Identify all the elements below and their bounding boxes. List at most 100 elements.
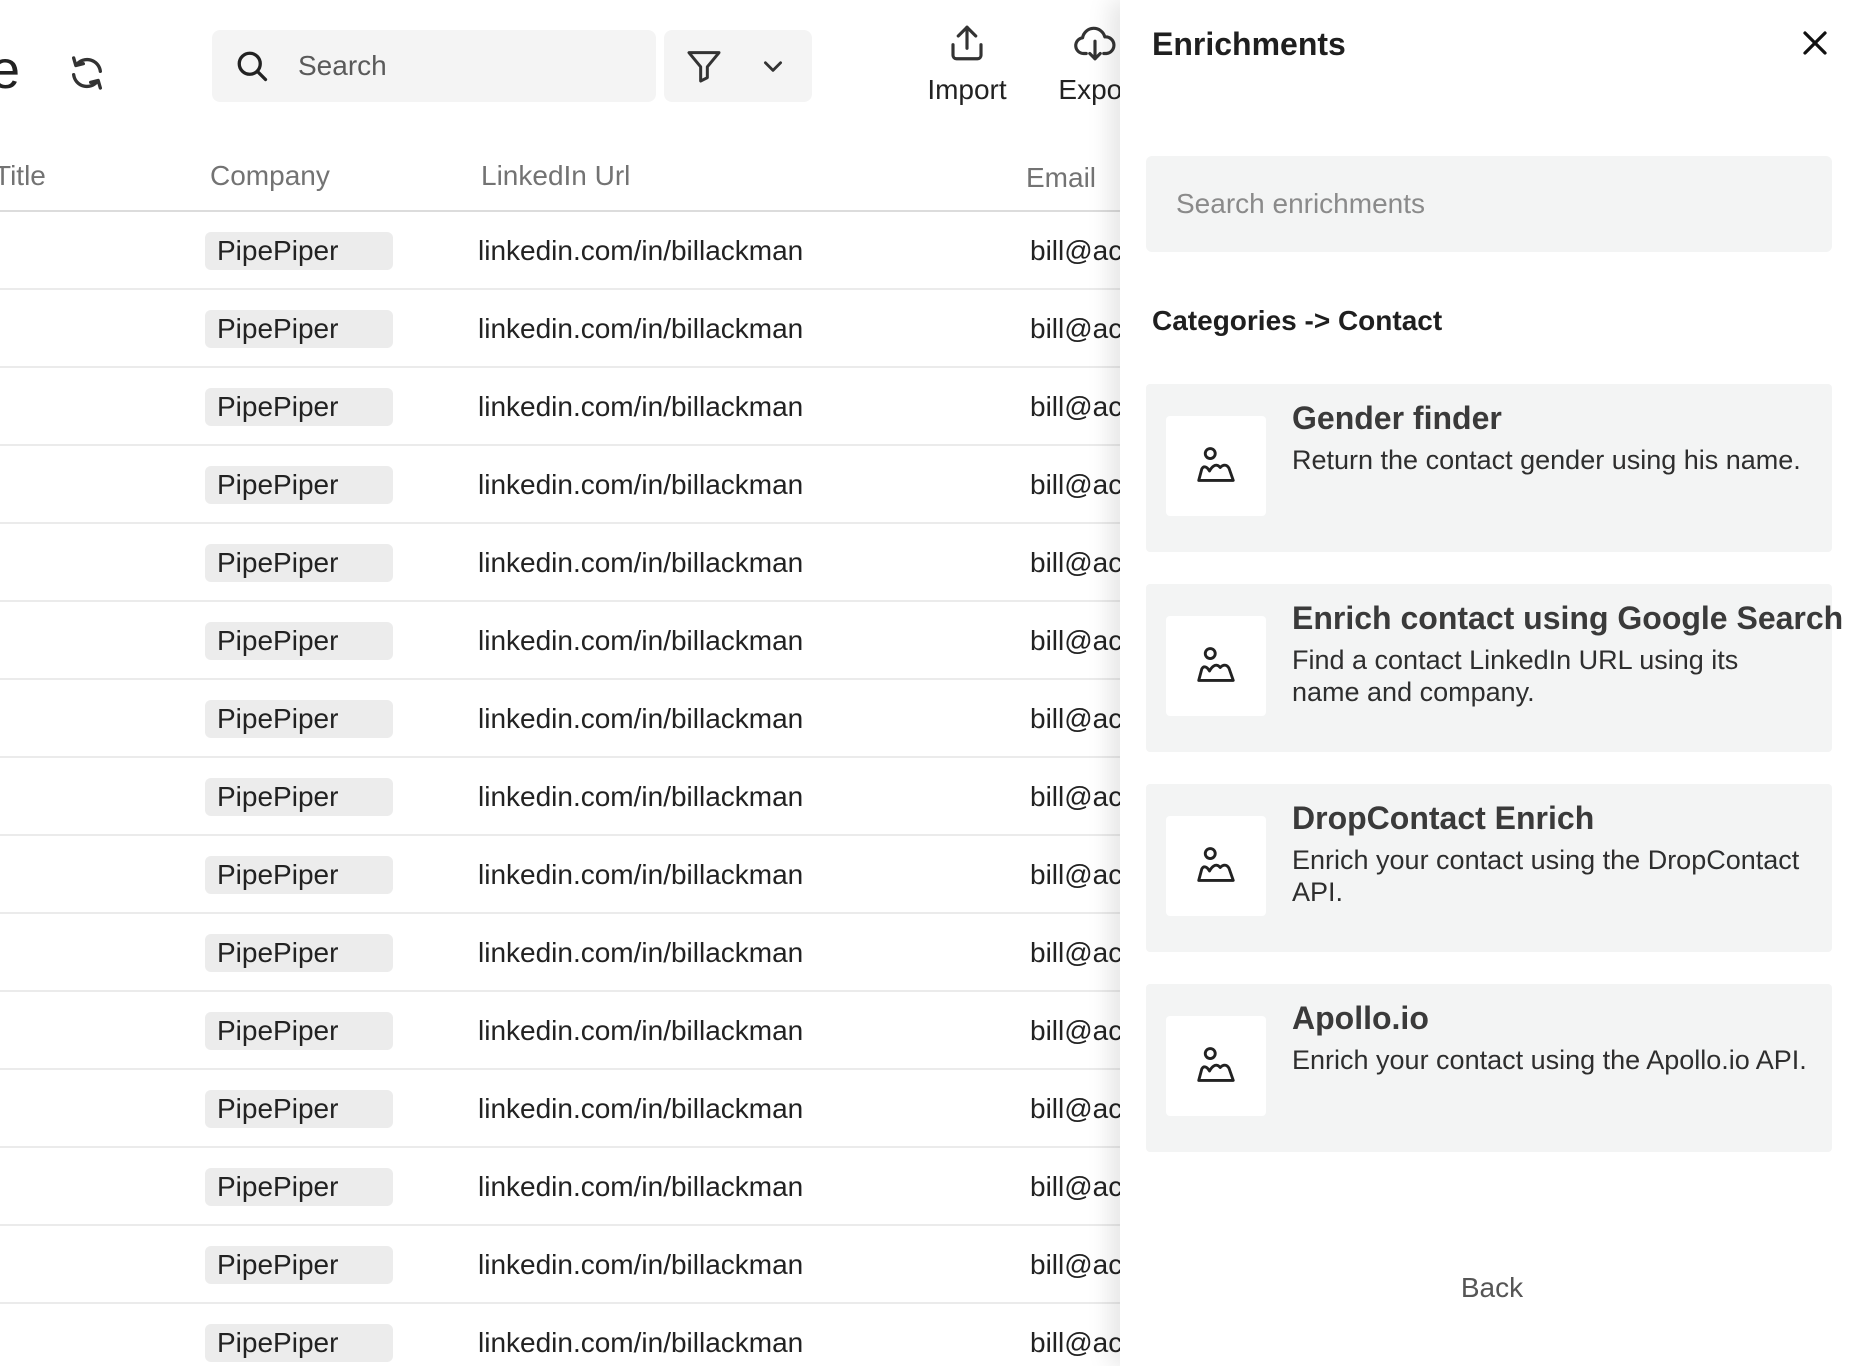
company-chip: PipePiper xyxy=(205,1090,393,1128)
contact-image-icon xyxy=(1197,1047,1235,1082)
import-label: Import xyxy=(927,74,1007,105)
cloud-download-icon xyxy=(1074,26,1116,61)
table-row[interactable]: PipePiper linkedin.com/in/billackman bill@… xyxy=(0,992,1120,1070)
email-cell: bill@ac xyxy=(1030,1327,1120,1358)
filter-dropdown[interactable] xyxy=(664,30,812,102)
enrichment-card[interactable]: Gender finder Return the contact gender u… xyxy=(1146,384,1832,552)
table-row[interactable]: PipePiper linkedin.com/in/billackman bill@… xyxy=(0,914,1120,992)
table-body: PipePiper linkedin.com/in/billackman bill@… xyxy=(0,212,1120,1366)
linkedin-url-cell[interactable]: linkedin.com/in/billackman xyxy=(478,232,803,270)
linkedin-url-cell[interactable]: linkedin.com/in/billackman xyxy=(478,1012,803,1050)
table-row[interactable]: PipePiper linkedin.com/in/billackman bill@… xyxy=(0,758,1120,836)
refresh-icon xyxy=(72,56,103,90)
enrichment-card[interactable]: DropContact Enrich Enrich your contact us… xyxy=(1146,784,1832,952)
linkedin-url-cell[interactable]: linkedin.com/in/billackman xyxy=(478,1324,803,1362)
column-header-title[interactable]: Title xyxy=(0,160,46,192)
enrichment-title: Apollo.io xyxy=(1292,1000,1429,1036)
search-input[interactable] xyxy=(298,50,638,82)
company-chip: PipePiper xyxy=(205,388,393,426)
email-cell: bill@ac xyxy=(1030,1249,1120,1280)
export-button[interactable]: Expor xyxy=(1040,22,1120,122)
column-header-email[interactable]: Email xyxy=(1026,162,1096,194)
enrichment-title: Gender finder xyxy=(1292,400,1502,436)
linkedin-url-cell[interactable]: linkedin.com/in/billackman xyxy=(478,1090,803,1128)
linkedin-url-cell[interactable]: linkedin.com/in/billackman xyxy=(478,856,803,894)
linkedin-url-cell[interactable]: linkedin.com/in/billackman xyxy=(478,466,803,504)
table-row[interactable]: PipePiper linkedin.com/in/billackman bill@… xyxy=(0,836,1120,914)
linkedin-url-cell[interactable]: linkedin.com/in/billackman xyxy=(478,778,803,816)
enrichments-search-field[interactable] xyxy=(1146,156,1832,252)
linkedin-url-cell[interactable]: linkedin.com/in/billackman xyxy=(478,934,803,972)
enrichments-search-input[interactable] xyxy=(1146,188,1832,220)
table-row[interactable]: PipePiper linkedin.com/in/billackman bill@… xyxy=(0,212,1120,290)
enrichment-description: Return the contact gender using his name… xyxy=(1292,445,1801,475)
search-field[interactable] xyxy=(212,30,656,102)
linkedin-url-cell[interactable]: linkedin.com/in/billackman xyxy=(478,388,803,426)
company-chip: PipePiper xyxy=(205,544,393,582)
enrichment-thumbnail xyxy=(1166,1016,1266,1116)
table-row[interactable]: PipePiper linkedin.com/in/billackman bill@… xyxy=(0,524,1120,602)
import-button[interactable]: Import xyxy=(912,22,1022,122)
back-button[interactable]: Back xyxy=(1120,1272,1864,1304)
table-row[interactable]: PipePiper linkedin.com/in/billackman bill@… xyxy=(0,680,1120,758)
company-chip: PipePiper xyxy=(205,622,393,660)
company-chip: PipePiper xyxy=(205,1246,393,1284)
close-icon xyxy=(1803,31,1827,55)
company-chip: PipePiper xyxy=(205,1012,393,1050)
table-row[interactable]: PipePiper linkedin.com/in/billackman bill@… xyxy=(0,602,1120,680)
email-cell: bill@ac xyxy=(1030,1015,1120,1046)
table-row[interactable]: PipePiper linkedin.com/in/billackman bill@… xyxy=(0,290,1120,368)
close-button[interactable] xyxy=(1796,24,1834,62)
page-title: e xyxy=(0,40,21,100)
company-chip: PipePiper xyxy=(205,700,393,738)
enrichment-title: DropContact Enrich xyxy=(1292,800,1595,836)
enrichment-thumbnail xyxy=(1166,616,1266,716)
email-cell: bill@ac xyxy=(1030,313,1120,344)
enrichment-thumbnail xyxy=(1166,416,1266,516)
email-cell: bill@ac xyxy=(1030,937,1120,968)
table-row[interactable]: PipePiper linkedin.com/in/billackman bill@… xyxy=(0,1148,1120,1226)
enrichment-thumbnail xyxy=(1166,816,1266,916)
linkedin-url-cell[interactable]: linkedin.com/in/billackman xyxy=(478,1168,803,1206)
email-cell: bill@ac xyxy=(1030,1171,1120,1202)
refresh-button[interactable] xyxy=(60,46,114,100)
table-row[interactable]: PipePiper linkedin.com/in/billackman bill@… xyxy=(0,368,1120,446)
email-cell: bill@ac xyxy=(1030,859,1120,890)
column-header-linkedin[interactable]: LinkedIn Url xyxy=(481,160,630,192)
company-chip: PipePiper xyxy=(205,310,393,348)
linkedin-url-cell[interactable]: linkedin.com/in/billackman xyxy=(478,700,803,738)
breadcrumb: Categories -> Contact xyxy=(1152,305,1443,336)
chevron-down-icon xyxy=(764,61,782,72)
email-cell: bill@ac xyxy=(1030,703,1120,734)
email-cell: bill@ac xyxy=(1030,469,1120,500)
enrichment-card[interactable]: Enrich contact using Google Search Find a… xyxy=(1146,584,1843,752)
company-chip: PipePiper xyxy=(205,934,393,972)
linkedin-url-cell[interactable]: linkedin.com/in/billackman xyxy=(478,310,803,348)
enrichment-card[interactable]: Apollo.io Enrich your contact using the A… xyxy=(1146,984,1832,1152)
email-cell: bill@ac xyxy=(1030,781,1120,812)
table-header: Title Company LinkedIn Url Email xyxy=(0,150,1120,212)
company-chip: PipePiper xyxy=(205,1168,393,1206)
linkedin-url-cell[interactable]: linkedin.com/in/billackman xyxy=(478,544,803,582)
enrichment-description: Enrich your contact using the Apollo.io … xyxy=(1292,1045,1807,1075)
filter-icon xyxy=(687,51,721,83)
column-header-company[interactable]: Company xyxy=(210,160,330,192)
contacts-view: e Search Import Expo Title Company Linke… xyxy=(0,0,1120,1366)
app-root: e Search Import Expo Title Company Linke… xyxy=(0,0,1864,1366)
company-chip: PipePiper xyxy=(205,856,393,894)
search-icon xyxy=(237,51,268,82)
table-row[interactable]: PipePiper linkedin.com/in/billackman bill@… xyxy=(0,446,1120,524)
panel-title: Enrichments xyxy=(1152,26,1346,62)
enrichment-description: Find a contact LinkedIn URL using its na… xyxy=(1292,645,1739,707)
company-chip: PipePiper xyxy=(205,232,393,270)
upload-icon xyxy=(951,25,983,61)
email-cell: bill@ac xyxy=(1030,547,1120,578)
linkedin-url-cell[interactable]: linkedin.com/in/billackman xyxy=(478,622,803,660)
table-row[interactable]: PipePiper linkedin.com/in/billackman bill@… xyxy=(0,1070,1120,1148)
email-cell: bill@ac xyxy=(1030,391,1120,422)
linkedin-url-cell[interactable]: linkedin.com/in/billackman xyxy=(478,1246,803,1284)
contact-image-icon xyxy=(1197,447,1235,482)
email-cell: bill@ac xyxy=(1030,625,1120,656)
table-row[interactable]: PipePiper linkedin.com/in/billackman bill@… xyxy=(0,1304,1120,1366)
table-row[interactable]: PipePiper linkedin.com/in/billackman bill@… xyxy=(0,1226,1120,1304)
